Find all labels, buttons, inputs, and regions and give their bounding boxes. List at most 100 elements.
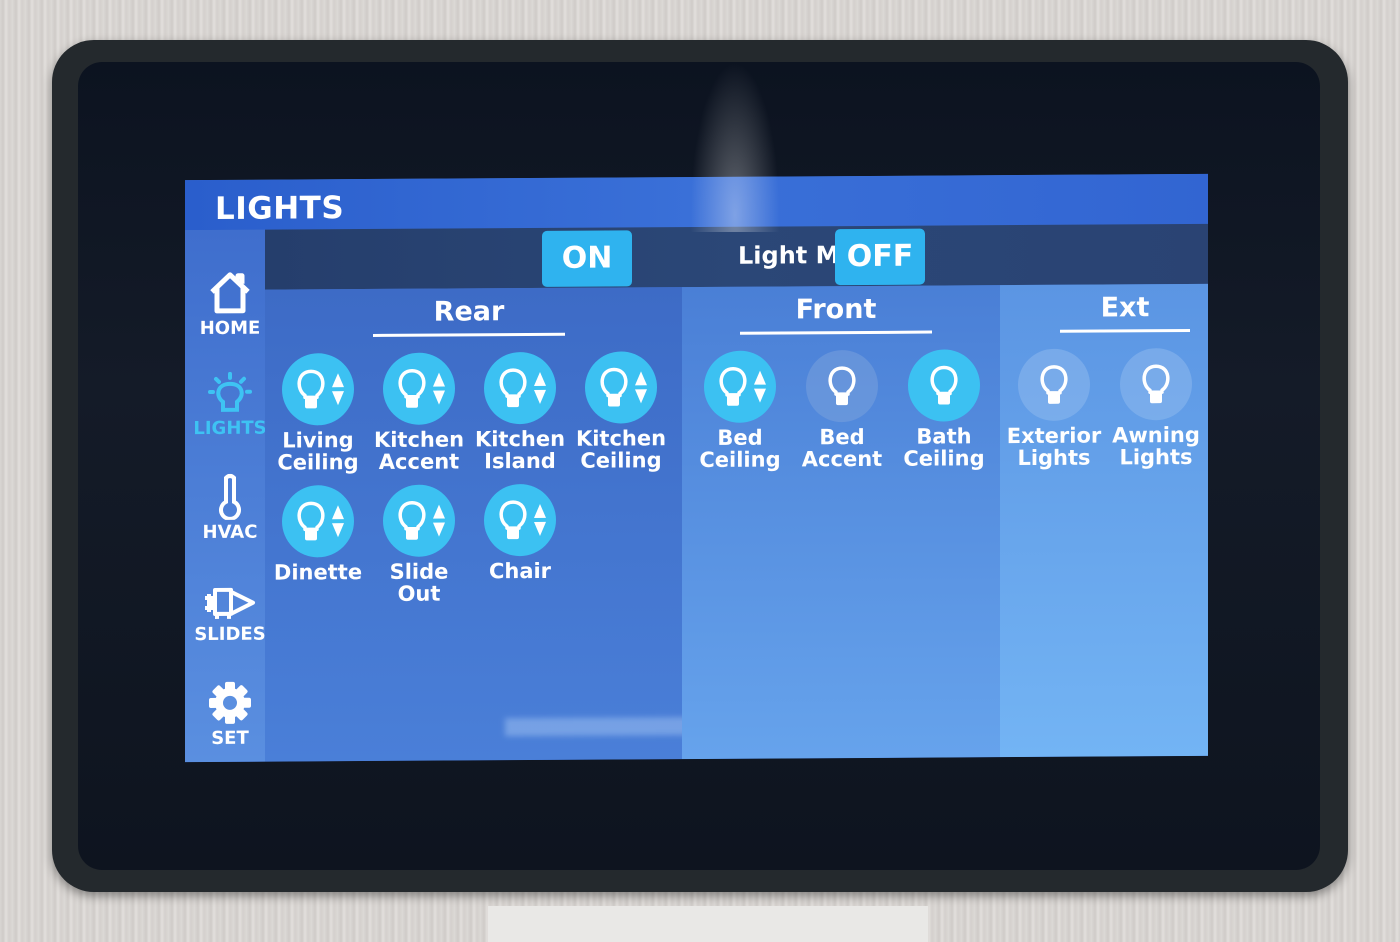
light-label-line2: Ceiling [580,448,662,473]
zone-panel-rear: Rear Living Ceiling Kitchen Accent Kitchen Is… [265,287,735,762]
sidebar-nav: HOME LIGHTS HVAC SLIDES SET [185,229,267,763]
light-button[interactable] [1120,347,1192,421]
light-toggle-dinette[interactable]: Dinette [268,485,368,585]
lightbulb-icon [499,500,527,540]
dimmer-arrows-icon [534,371,546,404]
light-button[interactable] [908,349,980,422]
light-label-line1: Kitchen [474,426,566,452]
lightbulb-icon [930,365,958,405]
light-label-line1: Dinette [273,560,363,585]
sidebar-item-slides[interactable]: SLIDES [185,584,275,646]
dimmer-arrows-icon [332,505,344,538]
page-title: LIGHTS [185,173,1208,231]
light-toggle-kitchen-accent[interactable]: Kitchen Accent [369,352,469,474]
zone-header-rear: Rear [373,296,565,337]
slide-out-icon [205,587,255,619]
lightbulb-icon [398,368,426,408]
light-label-line1: Chair [488,558,552,584]
light-toggle-bed-accent[interactable]: Bed Accent [792,349,892,472]
dimmer-arrows-icon [433,504,445,537]
sidebar-item-label: HVAC [202,521,258,544]
light-toggle-exterior-lights[interactable]: Exterior Lights [1004,348,1104,471]
light-label-line2: Lights [1119,444,1193,470]
light-label-line2: Ceiling [699,447,781,472]
light-button[interactable] [282,485,354,558]
light-button[interactable] [484,483,556,557]
light-label-line2: Ceiling [903,446,985,471]
lightbulb-icon [398,500,426,540]
light-button[interactable] [704,350,776,423]
zone-underline [740,330,932,335]
lightbulb-icon [1040,365,1068,404]
light-label-line2: Out [397,581,441,606]
light-button[interactable] [383,484,455,557]
light-label-line2: Island [484,448,556,474]
dimmer-arrows-icon [332,373,344,406]
home-icon [210,272,250,314]
zone-underline [1060,328,1190,333]
light-label-line1: Bath [916,424,972,449]
dimmer-arrows-icon [534,503,546,536]
sidebar-item-lights[interactable]: LIGHTS [185,371,275,440]
light-label-line1: Slide [389,559,449,584]
zone-underline [373,332,565,337]
lightbulb-icon [297,369,325,409]
light-toggle-slide-out[interactable]: Slide Out [369,484,469,606]
dimmer-arrows-icon [433,372,445,405]
thermometer-icon [219,473,241,520]
lightbulb-icon [297,501,325,541]
light-toggle-chair[interactable]: Chair [470,483,570,584]
zone-title: Ext [1100,292,1150,324]
light-toggle-living-ceiling[interactable]: Living Ceiling [268,353,368,475]
sidebar-item-label: SLIDES [194,623,266,646]
master-off-button[interactable]: OFF [835,228,925,286]
lightbulb-icon [1142,364,1170,404]
sidebar-item-label: HOME [199,317,261,340]
light-toggle-kitchen-island[interactable]: Kitchen Island [470,351,570,474]
light-label-line2: Lights [1017,445,1091,471]
lightbulb-icon [600,367,628,407]
wall-plate [488,906,928,942]
light-label-line1: Living [282,428,354,453]
lightbulb-icon [499,368,527,408]
light-toggle-kitchen-ceiling[interactable]: Kitchen Ceiling [571,351,671,473]
sidebar-item-label: LIGHTS [193,417,267,440]
master-on-button[interactable]: ON [542,230,632,287]
light-label-line1: Bed [819,424,865,450]
dimmer-arrows-icon [754,370,766,403]
light-button[interactable] [282,353,354,426]
light-label-line2: Accent [801,446,883,472]
dimmer-arrows-icon [635,371,647,404]
lightbulb-icon [208,371,252,412]
zone-header-front: Front [740,294,932,335]
light-label-line2: Accent [378,449,460,474]
light-toggle-awning-lights[interactable]: Awning Lights [1106,347,1206,470]
zone-header-ext: Ext [1060,292,1190,333]
zone-title: Rear [433,296,505,328]
light-button[interactable] [484,351,556,425]
sidebar-item-hvac[interactable]: HVAC [185,473,275,544]
light-label-line1: Kitchen [373,427,465,452]
gear-icon [209,681,251,724]
light-button[interactable] [383,352,455,425]
light-label-line1: Awning [1112,422,1200,448]
light-label-line1: Exterior [1006,423,1102,449]
light-button[interactable] [1018,348,1090,422]
light-button[interactable] [806,349,878,423]
light-button[interactable] [585,351,657,424]
light-toggle-bath-ceiling[interactable]: Bath Ceiling [894,349,994,471]
sidebar-item-home[interactable]: HOME [185,270,275,340]
touchscreen: LIGHTS HOME LIGHTS HVAC SLIDES SET ON Li… [185,173,1208,763]
zone-panel-ext: Ext Exterior Lights Awning Lights [1000,283,1208,758]
sidebar-item-set[interactable]: SET [185,680,275,750]
zone-panel-front: Front Bed Ceiling Bed Accent Bath Ceiling [682,285,1000,760]
light-master-bar: ON Light Master OFF [265,223,1208,290]
light-label-line1: Kitchen [575,426,667,451]
lightbulb-icon [828,366,856,406]
zone-title: Front [795,293,877,326]
light-label-line2: Ceiling [277,450,359,475]
light-toggle-bed-ceiling[interactable]: Bed Ceiling [690,350,790,472]
lightbulb-icon [719,367,747,406]
light-label-line1: Bed [717,425,763,450]
sidebar-item-label: SET [211,727,249,749]
